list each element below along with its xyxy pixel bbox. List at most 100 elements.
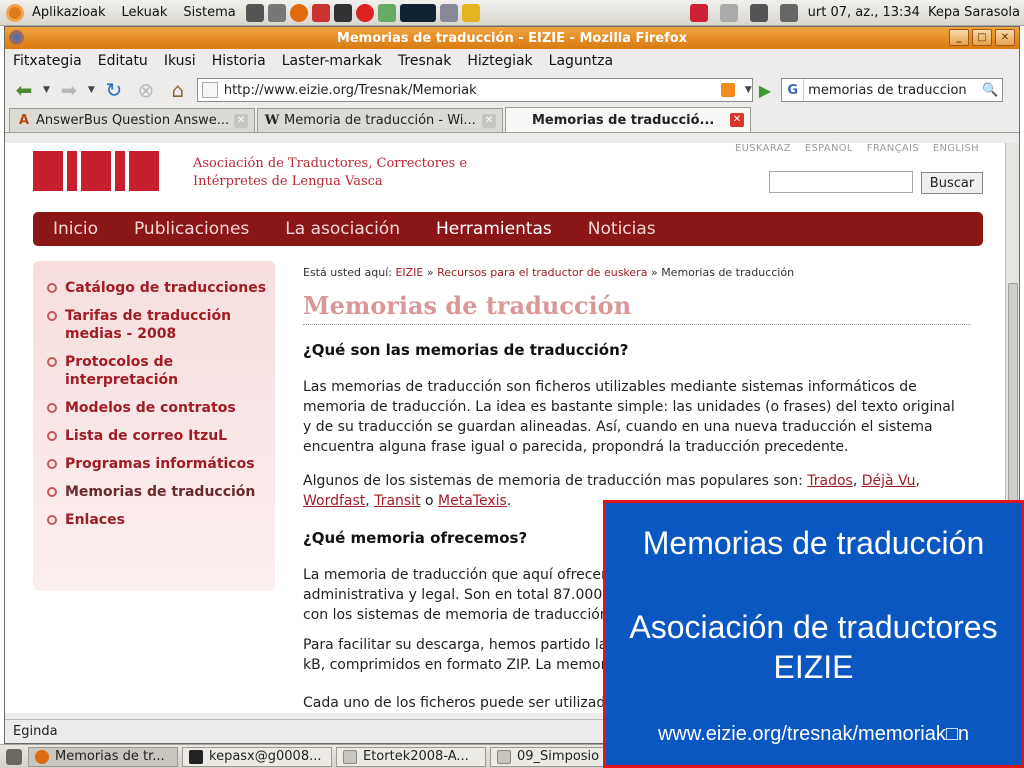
printer-icon[interactable] — [267, 3, 286, 22]
tab-answerbus[interactable]: A AnswerBus Question Answe... ✕ — [9, 108, 255, 132]
search-engine-icon[interactable]: G — [782, 79, 805, 101]
breadcrumb-eizie[interactable]: EIZIE — [395, 266, 423, 279]
sidebar-item-label: Tarifas de traducción medias - 2008 — [65, 308, 232, 342]
sidebar-item-lista-correo[interactable]: Lista de correo ItzuL — [47, 427, 275, 445]
ubuntu-logo-icon[interactable] — [6, 3, 24, 22]
tab-eizie-active[interactable]: Memorias de traducció... ✕ — [505, 107, 751, 132]
home-icon[interactable]: ⌂ — [165, 80, 191, 100]
url-text[interactable]: http://www.eizie.org/Tresnak/Memoriak — [224, 83, 715, 98]
breadcrumb-recursos[interactable]: Recursos para el traductor de euskera — [437, 266, 647, 279]
download-icon[interactable] — [689, 3, 708, 22]
sidebar: Catálogo de traducciones Tarifas de trad… — [33, 261, 275, 591]
nav-noticias[interactable]: Noticias — [588, 219, 656, 239]
task-firefox[interactable]: Memorias de tr... — [28, 746, 178, 767]
nav-la-asociacion[interactable]: La asociación — [285, 219, 400, 239]
lang-francais[interactable]: FRANÇAIS — [867, 143, 919, 154]
link-trados[interactable]: Trados — [807, 473, 853, 489]
task-label: kepasx@g0008... — [209, 749, 322, 764]
menu-view[interactable]: Ikusi — [164, 53, 196, 69]
forward-dropdown-icon[interactable]: ▼ — [88, 85, 95, 95]
menu-places[interactable]: Lekuak — [114, 5, 176, 20]
lang-espanol[interactable]: ESPAÑOL — [805, 143, 853, 154]
menu-applications[interactable]: Aplikazioak — [24, 5, 114, 20]
tab-label: Memoria de traducción - Wi... — [284, 113, 476, 128]
sidebar-item-protocolos[interactable]: Protocolos de interpretación — [47, 353, 275, 389]
app-launcher-icon[interactable] — [311, 3, 330, 22]
search-bar[interactable]: G memorias de traduccion 🔍 — [781, 78, 1004, 102]
tab-wikipedia[interactable]: W Memoria de traducción - Wi... ✕ — [257, 108, 503, 132]
sidebar-item-tarifas[interactable]: Tarifas de traducción medias - 2008 — [47, 307, 275, 343]
sidebar-item-programas[interactable]: Programas informáticos — [47, 455, 275, 473]
menu-system[interactable]: Sistema — [175, 5, 243, 20]
menu-bookmarks[interactable]: Laster-markak — [282, 53, 382, 69]
lang-english[interactable]: ENGLISH — [933, 143, 979, 154]
mixer-icon[interactable] — [377, 3, 396, 22]
reload-icon[interactable]: ↻ — [101, 80, 127, 100]
site-search-button[interactable]: Buscar — [921, 172, 983, 194]
sidebar-item-catalogo[interactable]: Catálogo de traducciones — [47, 279, 275, 297]
bullet-icon — [47, 311, 57, 321]
sidebar-item-enlaces[interactable]: Enlaces — [47, 511, 275, 529]
menu-edit[interactable]: Editatu — [98, 53, 148, 69]
nav-inicio[interactable]: Inicio — [53, 219, 98, 239]
task-document[interactable]: Etortek2008-A... — [336, 746, 486, 767]
tomato-icon[interactable] — [355, 3, 374, 22]
breadcrumb-separator: » — [650, 266, 658, 279]
overlay-title: Memorias de traducción — [642, 525, 985, 561]
user-name[interactable]: Kepa Sarasola — [928, 5, 1020, 20]
tab-favicon-icon — [512, 112, 528, 128]
stop-icon[interactable]: ⊗ — [133, 80, 159, 100]
nav-herramientas[interactable]: Herramientas — [436, 219, 552, 239]
show-desktop-icon[interactable] — [6, 748, 22, 765]
sidebar-item-memorias[interactable]: Memorias de traducción — [47, 483, 275, 501]
search-query[interactable]: memorias de traduccion — [804, 83, 978, 98]
magnifier-icon[interactable]: 🔍 — [978, 83, 1002, 98]
tab-close-icon[interactable]: ✕ — [234, 113, 248, 128]
nav-publicaciones[interactable]: Publicaciones — [134, 219, 249, 239]
search-icon[interactable] — [719, 3, 738, 22]
rss-feed-icon[interactable] — [720, 83, 735, 97]
clock[interactable]: urt 07, az., 13:34 — [808, 5, 920, 20]
firefox-launcher-icon[interactable] — [289, 3, 308, 22]
tab-label: AnswerBus Question Answe... — [36, 113, 230, 128]
lang-euskaraz[interactable]: EUSKARAZ — [735, 143, 791, 154]
maximize-button[interactable]: □ — [972, 29, 992, 46]
link-metatexis[interactable]: MetaTexis — [438, 493, 507, 509]
forward-arrow-icon[interactable]: ➡ — [56, 80, 82, 100]
title-bar[interactable]: Memorias de traducción - EIZIE - Mozilla… — [5, 27, 1019, 49]
back-arrow-icon[interactable]: ⬅ — [11, 80, 37, 100]
eizie-logo[interactable] — [33, 151, 159, 191]
help-icon[interactable] — [439, 3, 458, 22]
url-history-dropdown-icon[interactable]: ▼ — [745, 85, 752, 95]
close-button[interactable]: ✕ — [995, 29, 1015, 46]
tab-close-icon[interactable]: ✕ — [730, 113, 744, 127]
camera-icon[interactable] — [245, 3, 264, 22]
sidebar-item-modelos[interactable]: Modelos de contratos — [47, 399, 275, 417]
terminal-icon — [189, 749, 203, 764]
menu-dictionaries[interactable]: Hiztegiak — [467, 53, 532, 69]
back-dropdown-icon[interactable]: ▼ — [43, 85, 50, 95]
volume-icon[interactable] — [779, 3, 798, 22]
go-arrow-icon[interactable]: ▶ — [759, 81, 771, 100]
menu-help[interactable]: Laguntza — [549, 53, 613, 69]
tab-close-icon[interactable]: ✕ — [482, 113, 496, 128]
task-label: Memorias de tr... — [55, 749, 165, 764]
menu-file[interactable]: Fitxategia — [13, 53, 82, 69]
window-title: Memorias de traducción - EIZIE - Mozilla… — [336, 30, 688, 46]
navigation-toolbar: ⬅ ▼ ➡ ▼ ↻ ⊗ ⌂ http://www.eizie.org/Tresn… — [5, 73, 1019, 107]
heading-what-we-offer: ¿Qué memoria ofrecemos? — [303, 529, 528, 547]
site-search-input[interactable] — [769, 171, 913, 193]
network-icon[interactable] — [749, 3, 768, 22]
minimize-button[interactable]: _ — [949, 29, 969, 46]
menu-history[interactable]: Historia — [212, 53, 266, 69]
link-deja-vu[interactable]: Déjà Vu — [862, 473, 916, 489]
url-bar[interactable]: http://www.eizie.org/Tresnak/Memoriak ▼ — [196, 78, 753, 102]
menu-tools[interactable]: Tresnak — [398, 53, 451, 69]
terminal-launcher-icon[interactable] — [333, 3, 352, 22]
task-terminal[interactable]: kepasx@g0008... — [182, 746, 332, 767]
scrollbar-thumb[interactable] — [1008, 283, 1018, 513]
link-wordfast[interactable]: Wordfast — [303, 493, 365, 509]
link-transit[interactable]: Transit — [374, 493, 420, 509]
update-icon[interactable] — [461, 3, 480, 22]
system-monitor-icon — [399, 3, 436, 22]
